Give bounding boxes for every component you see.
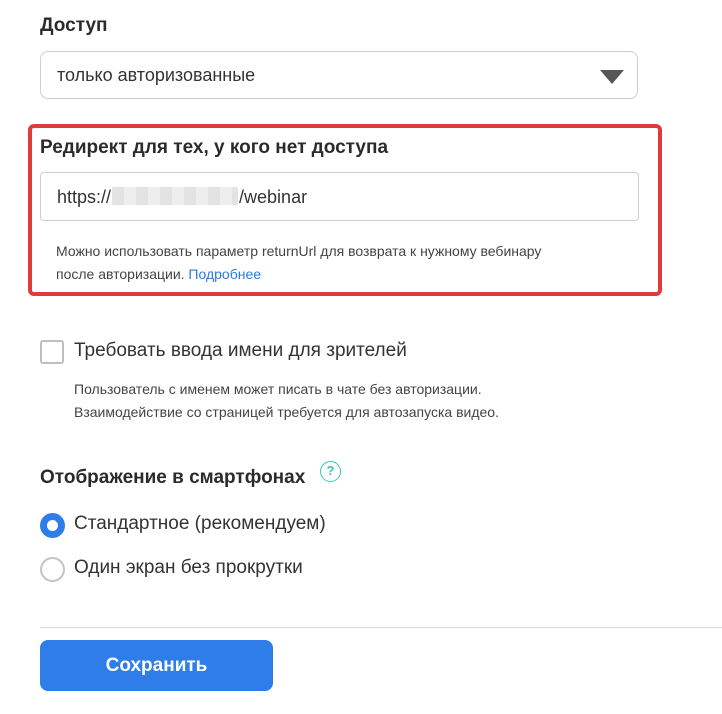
redirect-label: Редирект для тех, у кого нет доступа bbox=[40, 137, 389, 158]
redirect-hint-line1: Можно использовать параметр returnUrl дл… bbox=[56, 243, 542, 259]
mobile-display-label: Отображение в смартфонах bbox=[40, 467, 306, 488]
divider bbox=[40, 627, 722, 628]
radio-single-screen[interactable] bbox=[40, 557, 65, 582]
access-label: Доступ bbox=[40, 15, 108, 36]
save-button[interactable]: Сохранить bbox=[40, 640, 273, 691]
redirect-hint-line2: после авторизации. Подробнее bbox=[56, 263, 541, 286]
access-select-value: только авторизованные bbox=[57, 65, 256, 85]
redirect-url-input[interactable]: https:// /webinar bbox=[40, 172, 639, 221]
require-name-checkbox[interactable] bbox=[40, 340, 64, 364]
redirect-hint-line2-text: после авторизации. bbox=[56, 266, 185, 282]
require-name-hint: Пользователь с именем может писать в чат… bbox=[74, 378, 499, 424]
radio-standard[interactable] bbox=[40, 513, 65, 538]
require-name-hint-line2: Взаимодействие со страницей требуется дл… bbox=[74, 404, 499, 420]
radio-single-screen-label[interactable]: Один экран без прокрутки bbox=[74, 557, 303, 579]
radio-standard-label[interactable]: Стандартное (рекомендуем) bbox=[74, 513, 326, 535]
require-name-label[interactable]: Требовать ввода имени для зрителей bbox=[74, 340, 407, 362]
require-name-hint-line1: Пользователь с именем может писать в чат… bbox=[74, 381, 482, 397]
chevron-down-icon bbox=[600, 70, 624, 84]
redirect-url-prefix: https:// bbox=[57, 187, 112, 207]
redirect-hint: Можно использовать параметр returnUrl дл… bbox=[56, 240, 541, 286]
access-select[interactable]: только авторизованные bbox=[40, 51, 638, 99]
question-circle-icon[interactable]: ? bbox=[320, 461, 341, 482]
redacted-domain bbox=[112, 187, 239, 205]
more-link[interactable]: Подробнее bbox=[188, 266, 261, 282]
redirect-url-value: https:// /webinar bbox=[57, 187, 307, 208]
redirect-url-suffix: /webinar bbox=[239, 187, 308, 207]
